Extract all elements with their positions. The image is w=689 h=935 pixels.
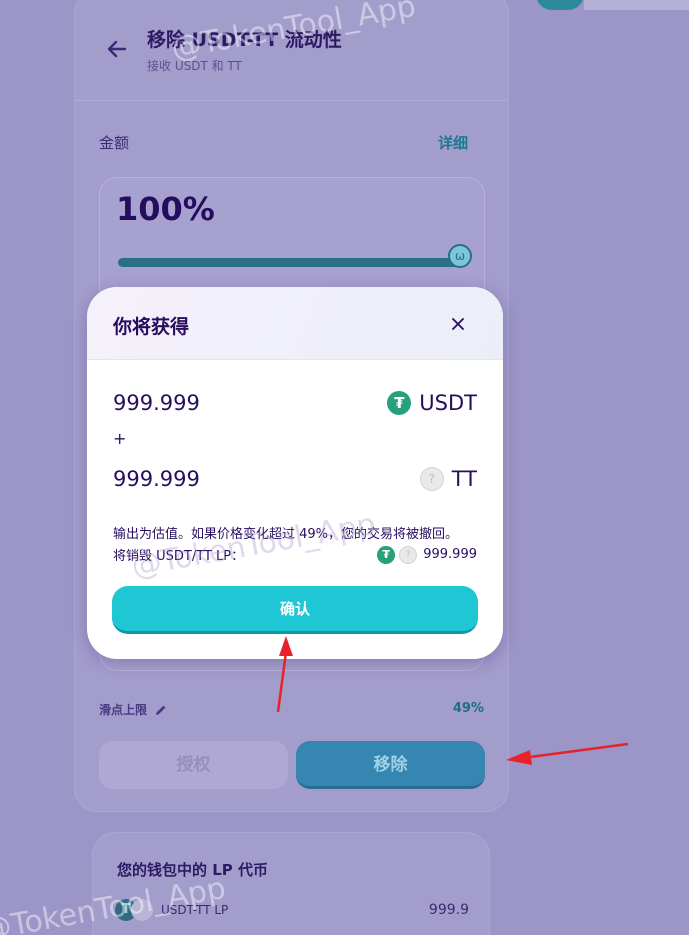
percent-value: 100%: [116, 190, 215, 228]
receive-row-tt: 999.999 ? TT: [113, 467, 477, 491]
slippage-setting[interactable]: 滑点上限: [99, 701, 167, 718]
close-button[interactable]: [451, 314, 465, 334]
lp-amount: 999.9: [428, 902, 469, 918]
arrow-left-icon: [506, 742, 629, 765]
back-button[interactable]: [103, 35, 131, 63]
usdt-token-icon: ₮: [387, 391, 412, 415]
lp-position-row: T USDT-TT LP 999.9: [115, 899, 469, 921]
lp-card-title: 您的钱包中的 LP 代币: [117, 861, 268, 879]
arrow-left-icon: [107, 40, 127, 58]
lp-tokens-card: 您的钱包中的 LP 代币 T USDT-TT LP 999.9: [92, 832, 490, 935]
slippage-label: 滑点上限: [99, 703, 148, 717]
usdt-token-icon: ₮: [377, 545, 396, 564]
tt-token-icon: ?: [399, 545, 418, 564]
receive-amount: 999.999: [113, 391, 200, 415]
receive-amount: 999.999: [113, 467, 200, 491]
remove-button[interactable]: 移除: [296, 741, 485, 789]
tt-token-icon: [131, 899, 153, 921]
top-right-bar: [584, 0, 689, 10]
lp-pair-name: USDT-TT LP: [161, 903, 229, 917]
pencil-icon: [156, 705, 166, 715]
confirm-button[interactable]: 确认: [112, 586, 478, 634]
tt-token-icon: ?: [419, 467, 444, 491]
close-icon: [452, 318, 464, 330]
token-symbol: USDT: [419, 391, 477, 415]
detail-link[interactable]: 详细: [438, 132, 468, 153]
burn-value: ₮ ? 999.999: [377, 545, 477, 564]
receive-token: ? TT: [419, 467, 477, 491]
amount-label: 金额: [99, 134, 130, 152]
card-header: 移除 USDT-TT 流动性 接收 USDT 和 TT: [75, 0, 508, 101]
slider-handle-icon[interactable]: ω: [448, 244, 472, 268]
receive-token: ₮ USDT: [387, 391, 477, 415]
modal-title: 你将获得: [113, 316, 190, 338]
receive-row-usdt: 999.999 ₮ USDT: [113, 391, 477, 415]
slippage-value: 49%: [452, 701, 484, 716]
receive-modal: 你将获得 999.999 ₮ USDT + 999.999 ? TT 输出为估值…: [87, 287, 503, 659]
burn-label: 将销毁 USDT/TT LP：: [113, 549, 245, 564]
estimate-note: 输出为估值。如果价格变化超过 49%，您的交易将被撤回。: [113, 527, 459, 542]
token-symbol: TT: [451, 467, 477, 491]
burn-amount: 999.999: [423, 547, 477, 562]
page-title: 移除 USDT-TT 流动性: [147, 29, 342, 51]
burn-row: 将销毁 USDT/TT LP： ₮ ? 999.999: [113, 545, 477, 564]
amount-slider[interactable]: ω: [118, 244, 472, 268]
approve-button[interactable]: 授权: [99, 741, 288, 789]
modal-header: 你将获得: [87, 287, 503, 360]
plus-sign: +: [113, 429, 127, 448]
page-subtitle: 接收 USDT 和 TT: [147, 59, 242, 73]
top-right-decoration: [536, 0, 584, 10]
